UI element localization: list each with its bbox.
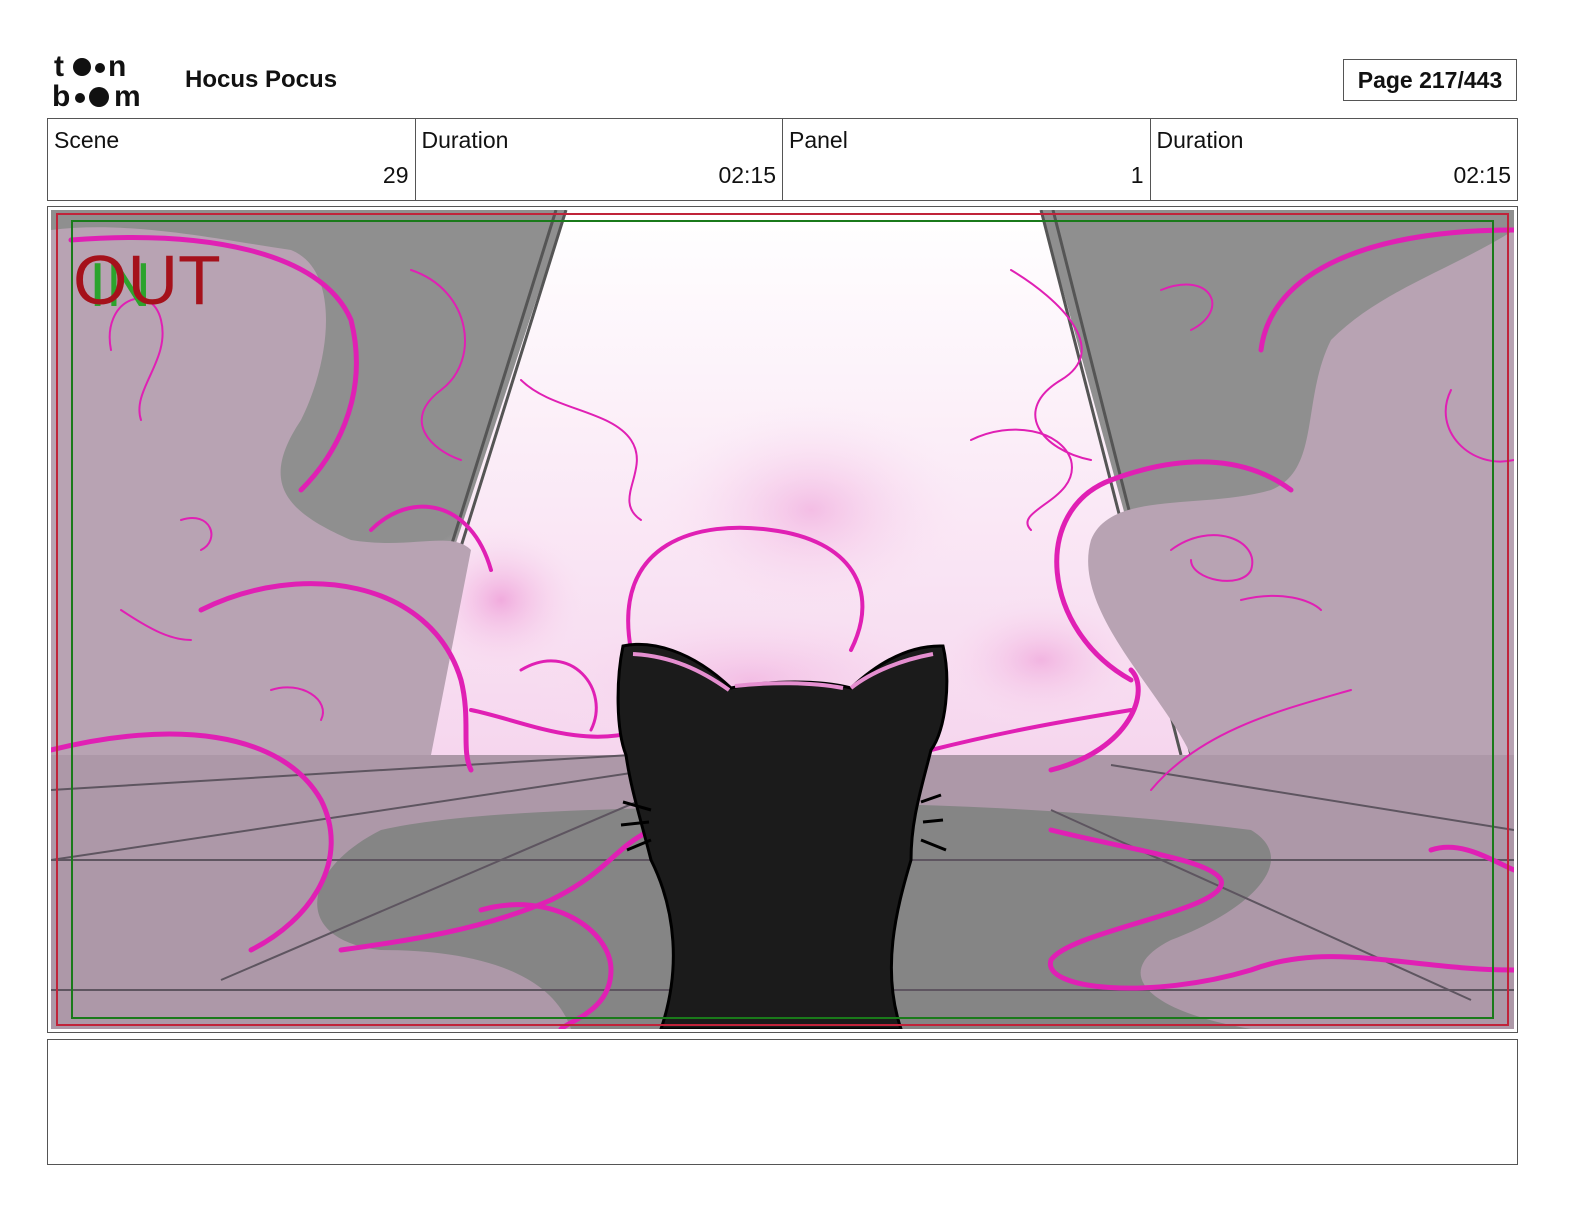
- svg-text:t: t: [54, 52, 64, 83]
- svg-text:n: n: [108, 52, 126, 83]
- page-indicator: Page 217/443: [1343, 59, 1517, 101]
- project-title: Hocus Pocus: [185, 66, 338, 93]
- panel-duration-value: 02:15: [1453, 162, 1511, 188]
- scene-value: 29: [382, 162, 409, 188]
- scene-duration-value: 02:15: [718, 162, 776, 188]
- scene-cell: Scene 29: [48, 119, 415, 200]
- panel-cell: Panel 1: [782, 119, 1150, 200]
- panel-value: 1: [1130, 162, 1144, 188]
- out-marker: OUT: [73, 241, 221, 319]
- scene-label: Scene: [54, 127, 120, 153]
- scene-duration-cell: Duration 02:15: [414, 119, 783, 200]
- svg-text:m: m: [114, 80, 141, 110]
- toonboom-logo: t n b m: [52, 50, 164, 113]
- scene-duration-label: Duration: [421, 127, 509, 153]
- window-glow: [651, 400, 971, 620]
- panel-duration-cell: Duration 02:15: [1149, 119, 1518, 200]
- storyboard-drawing: IN OUT: [48, 209, 1517, 1032]
- panel-label: Panel: [789, 127, 848, 153]
- panel-info-row: Scene 29 Duration 02:15 Panel 1 Duration…: [47, 118, 1518, 201]
- panel-notes: [47, 1039, 1518, 1165]
- panel-duration-label: Duration: [1156, 127, 1244, 153]
- svg-text:b: b: [52, 80, 70, 110]
